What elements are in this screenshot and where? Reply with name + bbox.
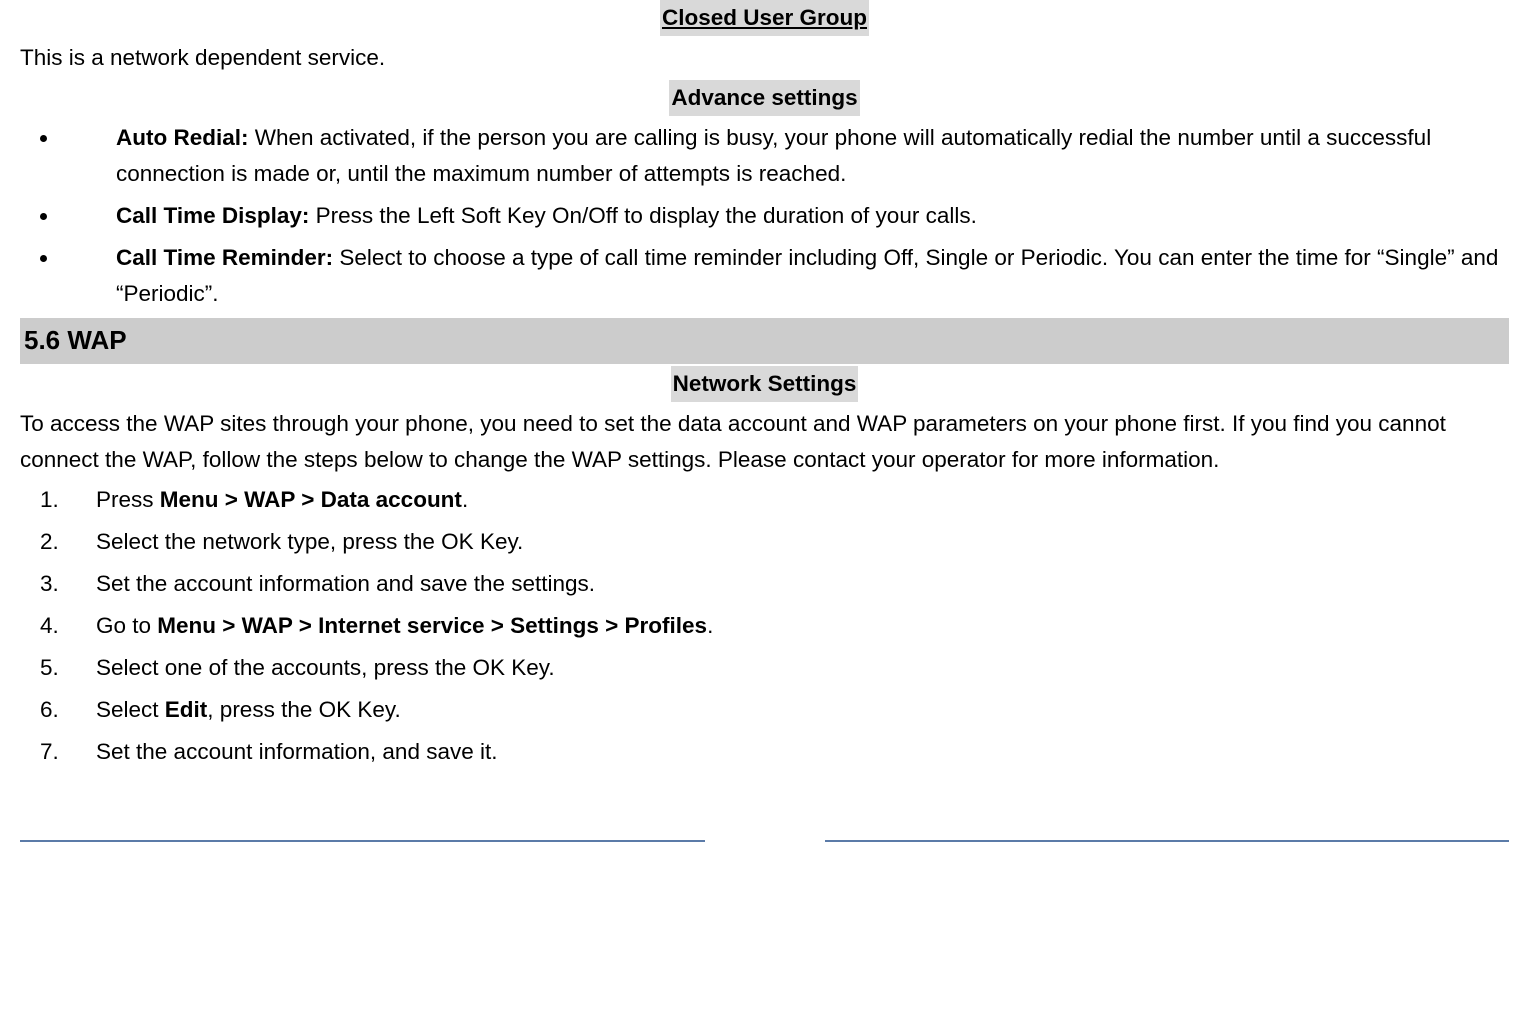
network-settings-intro: To access the WAP sites through your pho…: [20, 406, 1509, 478]
network-settings-steps: Press Menu > WAP > Data account. Select …: [20, 482, 1509, 770]
closed-user-group-heading-wrap: Closed User Group: [20, 0, 1509, 36]
divider-left: [20, 840, 705, 842]
step-post: .: [462, 487, 468, 512]
step-pre: Go to: [96, 613, 157, 638]
advance-settings-heading: Advance settings: [669, 80, 859, 116]
step-pre: Press: [96, 487, 160, 512]
step-bold: Edit: [165, 697, 208, 722]
document-page: Closed User Group This is a network depe…: [20, 0, 1509, 852]
footer-divider: [20, 840, 1509, 852]
advance-settings-list: Auto Redial: When activated, if the pers…: [60, 120, 1509, 312]
step-post: , press the OK Key.: [207, 697, 400, 722]
step-post: .: [707, 613, 713, 638]
item-label: Auto Redial:: [116, 125, 255, 150]
list-item: Call Time Reminder: Select to choose a t…: [60, 240, 1509, 312]
closed-user-group-text: This is a network dependent service.: [20, 40, 1509, 76]
list-item: Go to Menu > WAP > Internet service > Se…: [20, 608, 1509, 644]
list-item: Call Time Display: Press the Left Soft K…: [60, 198, 1509, 234]
step-pre: Select: [96, 697, 165, 722]
list-item: Select Edit, press the OK Key.: [20, 692, 1509, 728]
network-settings-heading-wrap: Network Settings: [20, 366, 1509, 402]
network-settings-heading: Network Settings: [671, 366, 859, 402]
item-label: Call Time Reminder:: [116, 245, 339, 270]
step-pre: Set the account information, and save it…: [96, 739, 497, 764]
list-item: Select one of the accounts, press the OK…: [20, 650, 1509, 686]
item-label: Call Time Display:: [116, 203, 316, 228]
list-item: Auto Redial: When activated, if the pers…: [60, 120, 1509, 192]
list-item: Press Menu > WAP > Data account.: [20, 482, 1509, 518]
step-bold: Menu > WAP > Internet service > Settings…: [157, 613, 707, 638]
divider-right: [825, 840, 1510, 842]
step-pre: Select one of the accounts, press the OK…: [96, 655, 555, 680]
step-pre: Select the network type, press the OK Ke…: [96, 529, 523, 554]
list-item: Set the account information, and save it…: [20, 734, 1509, 770]
item-desc: When activated, if the person you are ca…: [116, 125, 1431, 186]
wap-section-heading: 5.6 WAP: [20, 318, 1509, 364]
item-desc: Press the Left Soft Key On/Off to displa…: [316, 203, 977, 228]
step-bold: Menu > WAP > Data account: [160, 487, 462, 512]
step-pre: Set the account information and save the…: [96, 571, 595, 596]
list-item: Select the network type, press the OK Ke…: [20, 524, 1509, 560]
closed-user-group-heading: Closed User Group: [660, 0, 869, 36]
list-item: Set the account information and save the…: [20, 566, 1509, 602]
advance-settings-heading-wrap: Advance settings: [20, 80, 1509, 116]
